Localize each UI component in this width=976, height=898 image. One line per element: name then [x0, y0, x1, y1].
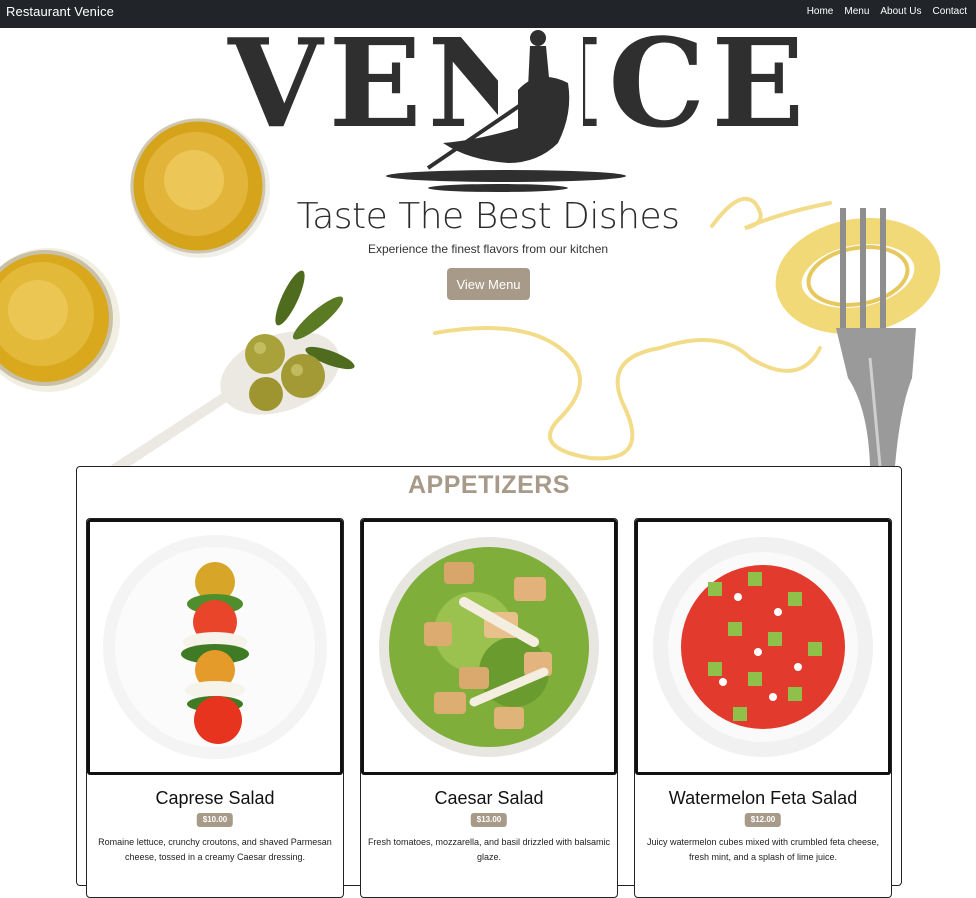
gondola-icon — [386, 28, 626, 192]
watermelon-feta-salad-image — [653, 537, 873, 757]
hero-title: Taste The Best Dishes — [296, 196, 680, 237]
olives-spoon — [110, 270, 355, 466]
caprese-salad-image — [103, 535, 327, 759]
nav-link-home[interactable]: Home — [807, 6, 834, 17]
nav-link-about[interactable]: About Us — [880, 6, 921, 17]
price-badge: $12.00 — [744, 813, 782, 827]
dish-name: Caprese Salad — [155, 788, 275, 808]
view-menu-button[interactable]: View Menu — [447, 268, 530, 300]
nav-links: Home Menu About Us Contact — [807, 6, 967, 17]
price-badge: $13.00 — [470, 813, 508, 827]
nav-link-contact[interactable]: Contact — [933, 6, 967, 17]
dish-image — [361, 519, 617, 775]
appetizers-section: APPETIZERS Caprese Salad $10.00 Romaine … — [76, 466, 902, 898]
dish-description: Fresh tomatoes, mozzarella, and basil dr… — [367, 837, 611, 862]
menu-card[interactable]: Caesar Salad $13.00 Fresh tomatoes, mozz… — [360, 518, 618, 898]
dish-image — [87, 519, 343, 775]
oil-bowl-large — [0, 248, 120, 392]
dish-name: Caesar Salad — [434, 788, 544, 808]
dish-description: Juicy watermelon cubes mixed with crumbl… — [646, 837, 880, 862]
menu-card[interactable]: Caprese Salad $10.00 Romaine lettuce, cr… — [86, 518, 344, 898]
menu-card[interactable]: Watermelon Feta Salad $12.00 Juicy water… — [634, 518, 892, 898]
hero-subtitle: Experience the finest flavors from our k… — [367, 242, 609, 256]
venice-logo: VENICE — [228, 28, 804, 198]
price-badge: $10.00 — [196, 813, 234, 827]
section-title: APPETIZERS — [408, 471, 570, 499]
navbar: Restaurant Venice Home Menu About Us Con… — [0, 0, 976, 28]
caesar-salad-image — [379, 537, 599, 757]
dish-description: Romaine lettuce, crunchy croutons, and s… — [98, 837, 332, 862]
hero-section: VENICE Taste The Best Dishes Experience … — [0, 28, 976, 466]
navbar-brand[interactable]: Restaurant Venice — [6, 4, 114, 19]
nav-link-menu[interactable]: Menu — [844, 6, 869, 17]
dish-name: Watermelon Feta Salad — [668, 788, 858, 808]
dish-image — [635, 519, 891, 775]
